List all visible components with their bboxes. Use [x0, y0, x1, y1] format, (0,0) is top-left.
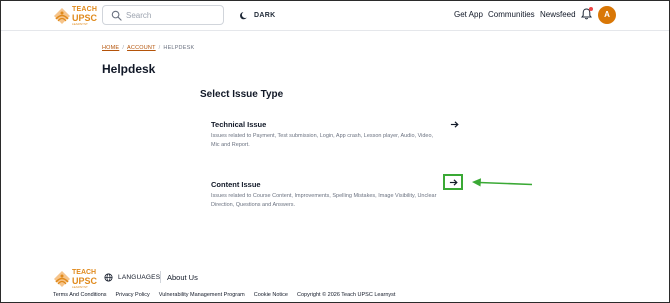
breadcrumb-separator: /	[158, 45, 161, 51]
arrow-right-icon	[449, 178, 458, 186]
avatar[interactable]: A	[598, 6, 616, 24]
breadcrumb: HOME / ACCOUNT / HELPDESK	[102, 45, 194, 51]
search-icon	[111, 10, 122, 21]
brand-emblem-icon	[54, 271, 70, 287]
nav-get-app[interactable]: Get App	[454, 10, 483, 19]
content-issue-button[interactable]	[443, 174, 463, 190]
content-issue-title[interactable]: Content Issue	[211, 180, 261, 189]
technical-issue-button[interactable]	[444, 116, 464, 132]
annotation-arrow-icon	[472, 178, 533, 187]
languages-label: LANGUAGES	[118, 274, 161, 281]
search-input[interactable]	[126, 8, 220, 22]
brand-line-3: LEARNYST	[72, 22, 88, 26]
brand-line-3: LEARNYST	[72, 285, 88, 289]
nav-communities[interactable]: Communities	[488, 10, 535, 19]
footer-divider	[160, 271, 161, 283]
technical-issue-description: Issues related to Payment, Test submissi…	[211, 133, 434, 148]
content-issue-description: Issues related to Course Content, Improv…	[211, 193, 437, 208]
page-title: Helpdesk	[102, 62, 156, 76]
technical-issue-title[interactable]: Technical Issue	[211, 120, 266, 129]
breadcrumb-separator: /	[122, 45, 125, 51]
brand-logo[interactable]: TEACH UPSC LEARNYST	[53, 5, 99, 27]
theme-toggle-label: DARK	[254, 11, 276, 19]
section-title: Select Issue Type	[200, 89, 284, 100]
theme-toggle[interactable]: DARK	[240, 9, 275, 21]
globe-icon	[104, 273, 113, 282]
breadcrumb-home[interactable]: HOME	[102, 45, 119, 51]
notification-dot	[589, 7, 593, 11]
moon-icon	[240, 11, 247, 19]
vulnerability-program-link[interactable]: Vulnerability Management Program	[159, 292, 245, 298]
nav-newsfeed[interactable]: Newsfeed	[540, 10, 576, 19]
copyright-text: Copyright © 2026 Teach UPSC Learnyst	[297, 292, 396, 298]
breadcrumb-current: HELPDESK	[163, 45, 195, 51]
cookie-notice-link[interactable]: Cookie Notice	[254, 292, 288, 298]
footer-brand-logo[interactable]: TEACH UPSC LEARNYST	[53, 268, 99, 290]
brand-emblem-icon	[54, 8, 70, 24]
screenshot-frame	[0, 0, 670, 303]
arrow-right-icon	[450, 120, 459, 128]
search-box[interactable]	[102, 5, 224, 25]
languages-selector[interactable]: LANGUAGES	[104, 273, 160, 282]
terms-link[interactable]: Terms And Conditions	[53, 292, 107, 298]
footer-links: Terms And Conditions Privacy Policy Vuln…	[53, 292, 395, 298]
privacy-policy-link[interactable]: Privacy Policy	[116, 292, 150, 298]
breadcrumb-account[interactable]: ACCOUNT	[127, 45, 156, 51]
about-us-link[interactable]: About Us	[167, 273, 198, 282]
